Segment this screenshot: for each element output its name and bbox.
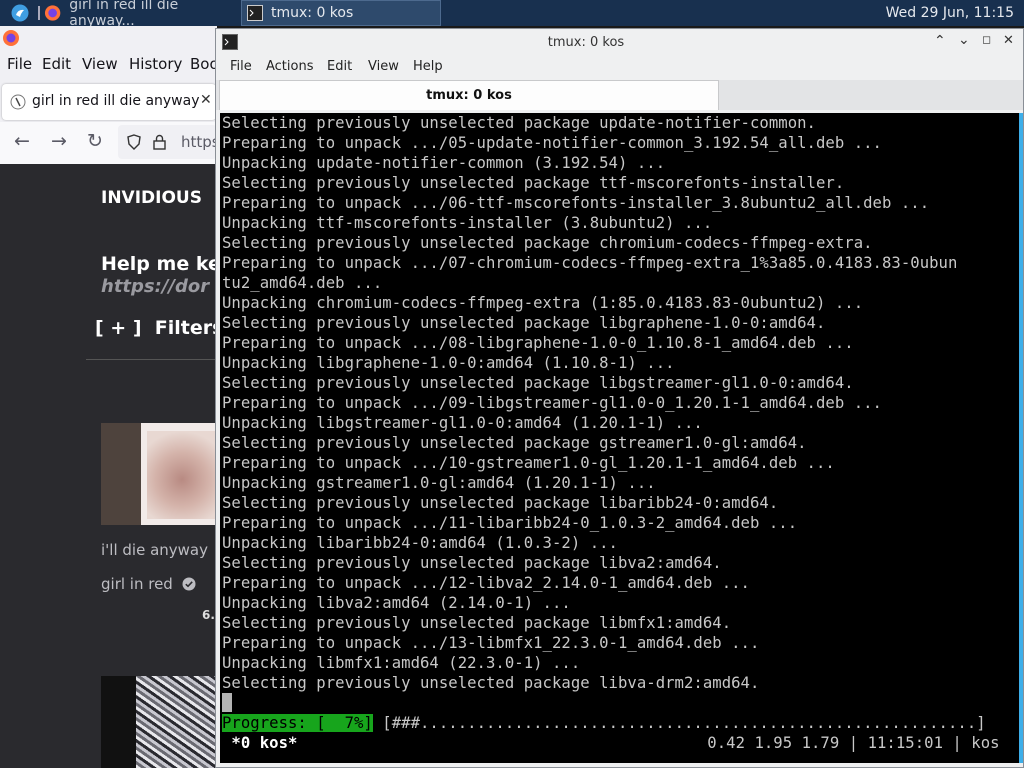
terminal-line: Unpacking chromium-codecs-ffmpeg-extra (… bbox=[222, 294, 864, 312]
window-title: tmux: 0 kos bbox=[547, 35, 625, 50]
show-desktop-icon[interactable] bbox=[36, 0, 42, 26]
terminal-line: Unpacking libmfx1:amd64 (22.3.0-1) ... bbox=[222, 654, 581, 672]
ff-menu-history[interactable]: History bbox=[129, 55, 182, 73]
term-menu-view[interactable]: View bbox=[368, 59, 399, 74]
thumbnail-image bbox=[147, 431, 217, 519]
divider bbox=[86, 359, 217, 360]
firefox-navbar: ← → ↻ https bbox=[0, 122, 220, 165]
filters-toggle[interactable]: [ + ] Filters bbox=[95, 317, 223, 339]
terminal-line: Preparing to unpack .../13-libmfx1_22.3.… bbox=[222, 634, 760, 652]
video-thumbnail-2[interactable] bbox=[101, 676, 217, 768]
terminal-line: Selecting previously unselected package … bbox=[222, 234, 873, 252]
terminal-line: Selecting previously unselected package … bbox=[222, 434, 807, 452]
firefox-titlebar bbox=[0, 26, 217, 50]
terminal-tabbar: tmux: 0 kos bbox=[216, 80, 1023, 110]
back-icon[interactable]: ← bbox=[14, 130, 30, 152]
progress-line: Progress: [ 7%] [###....................… bbox=[222, 713, 986, 733]
terminal-line: Selecting previously unselected package … bbox=[222, 174, 845, 192]
favicon-icon bbox=[10, 94, 26, 110]
terminal-icon bbox=[247, 5, 263, 21]
tmux-status-right: 0.42 1.95 1.79 | 11:15:01 | kos bbox=[707, 734, 1009, 752]
firefox-tabstrip: girl in red ill die anyway ✕ bbox=[0, 78, 217, 122]
ff-menu-view[interactable]: View bbox=[82, 55, 118, 73]
terminal-titlebar[interactable]: tmux: 0 kos ⌃ ⌄ ◻ ✕ bbox=[216, 29, 1023, 56]
url-bar[interactable]: https bbox=[118, 125, 220, 159]
view-count: 6. bbox=[202, 608, 215, 622]
terminal-line: Preparing to unpack .../09-libgstreamer-… bbox=[222, 394, 882, 412]
terminal-line: Unpacking update-notifier-common (3.192.… bbox=[222, 154, 666, 172]
window-shade-icon[interactable]: ⌃ bbox=[934, 33, 946, 49]
terminal-line: Preparing to unpack .../05-update-notifi… bbox=[222, 134, 882, 152]
video-thumbnail[interactable] bbox=[101, 423, 217, 525]
term-menu-actions[interactable]: Actions bbox=[266, 59, 314, 74]
term-menu-edit[interactable]: Edit bbox=[327, 59, 352, 74]
terminal-screen[interactable]: Selecting previously unselected package … bbox=[220, 113, 1019, 763]
firefox-logo-icon bbox=[3, 30, 19, 46]
app-menu-icon[interactable] bbox=[11, 0, 29, 26]
close-icon[interactable]: ✕ bbox=[1003, 33, 1014, 48]
terminal-line: Unpacking libva2:amd64 (2.14.0-1) ... bbox=[222, 594, 571, 612]
thumbnail-image-2 bbox=[136, 676, 217, 768]
terminal-line: tu2_amd64.deb ... bbox=[222, 274, 383, 292]
terminal-line: Unpacking ttf-mscorefonts-installer (3.8… bbox=[222, 214, 713, 232]
verified-icon bbox=[182, 577, 196, 591]
term-menu-file[interactable]: File bbox=[230, 59, 252, 74]
terminal-menubar: File Actions Edit View Help bbox=[216, 56, 1023, 80]
terminal-line: Preparing to unpack .../10-gstreamer1.0-… bbox=[222, 454, 835, 472]
terminal-line: Selecting previously unselected package … bbox=[222, 554, 722, 572]
taskbar-terminal-label: tmux: 0 kos bbox=[271, 5, 354, 21]
firefox-window: File Edit View History Boo girl in red i… bbox=[0, 26, 223, 768]
lock-icon[interactable] bbox=[153, 134, 166, 150]
taskbar-firefox-button[interactable]: girl in red ill die anyway... bbox=[44, 0, 241, 29]
clock[interactable]: Wed 29 Jun, 11:15 bbox=[886, 0, 1014, 26]
terminal-line: Unpacking gstreamer1.0-gl:amd64 (1.20.1-… bbox=[222, 474, 656, 492]
shield-icon[interactable] bbox=[127, 134, 141, 150]
terminal-line: Preparing to unpack .../12-libva2_2.14.0… bbox=[222, 574, 750, 592]
terminal-line: Unpacking libaribb24-0:amd64 (1.0.3-2) .… bbox=[222, 534, 618, 552]
channel-name[interactable]: girl in red bbox=[101, 575, 173, 593]
firefox-page: INVIDIOUS Help me ke https://dor [ + ] F… bbox=[0, 164, 223, 768]
term-menu-help[interactable]: Help bbox=[413, 59, 443, 74]
terminal-line: Preparing to unpack .../06-ttf-mscorefon… bbox=[222, 194, 930, 212]
url-text: https bbox=[181, 133, 220, 151]
firefox-menubar: File Edit View History Boo bbox=[0, 50, 219, 78]
progress-bar: [###....................................… bbox=[372, 714, 986, 732]
tmux-window-list: *0 kos* bbox=[222, 734, 298, 752]
firefox-icon bbox=[44, 5, 61, 21]
tab-video[interactable]: girl in red ill die anyway ✕ bbox=[2, 84, 216, 120]
terminal-line: Preparing to unpack .../11-libaribb24-0_… bbox=[222, 514, 798, 532]
maximize-icon[interactable]: ◻ bbox=[982, 33, 991, 46]
terminal-line: Preparing to unpack .../07-chromium-code… bbox=[222, 254, 958, 272]
progress-label: Progress: [ 7%] bbox=[222, 714, 373, 732]
terminal-line: Preparing to unpack .../08-libgraphene-1… bbox=[222, 334, 854, 352]
minimize-icon[interactable]: ⌄ bbox=[958, 32, 970, 48]
tab-title: girl in red ill die anyway bbox=[32, 93, 200, 109]
help-banner-text: Help me ke bbox=[101, 253, 221, 275]
taskbar-firefox-label: girl in red ill die anyway... bbox=[69, 0, 179, 29]
forward-icon[interactable]: → bbox=[51, 130, 67, 152]
tab-close-icon[interactable]: ✕ bbox=[200, 92, 212, 108]
terminal-window: tmux: 0 kos ⌃ ⌄ ◻ ✕ File Actions Edit Vi… bbox=[215, 28, 1024, 768]
terminal-line: Selecting previously unselected package … bbox=[222, 494, 779, 512]
terminal-line: Selecting previously unselected package … bbox=[222, 674, 760, 692]
terminal-tab[interactable]: tmux: 0 kos bbox=[219, 80, 719, 110]
terminal-scrollbar[interactable] bbox=[1019, 113, 1023, 763]
terminal-line: Selecting previously unselected package … bbox=[222, 314, 826, 332]
video-title[interactable]: i'll die anyway bbox=[101, 541, 208, 559]
terminal-line: Unpacking libgstreamer-gl1.0-0:amd64 (1.… bbox=[222, 414, 703, 432]
ff-menu-edit[interactable]: Edit bbox=[42, 55, 71, 73]
ff-menu-file[interactable]: File bbox=[7, 55, 32, 73]
terminal-line: Selecting previously unselected package … bbox=[222, 114, 816, 132]
help-banner-link[interactable]: https://dor bbox=[101, 276, 209, 297]
terminal-line: Unpacking libgraphene-1.0-0:amd64 (1.10.… bbox=[222, 354, 675, 372]
terminal-line: Selecting previously unselected package … bbox=[222, 374, 854, 392]
terminal-cursor bbox=[222, 693, 232, 712]
reload-icon[interactable]: ↻ bbox=[87, 130, 103, 152]
invidious-brand[interactable]: INVIDIOUS bbox=[101, 188, 202, 208]
taskbar-terminal-button[interactable]: tmux: 0 kos bbox=[241, 0, 441, 26]
terminal-line: Selecting previously unselected package … bbox=[222, 614, 732, 632]
top-panel: girl in red ill die anyway... tmux: 0 ko… bbox=[0, 0, 1024, 29]
